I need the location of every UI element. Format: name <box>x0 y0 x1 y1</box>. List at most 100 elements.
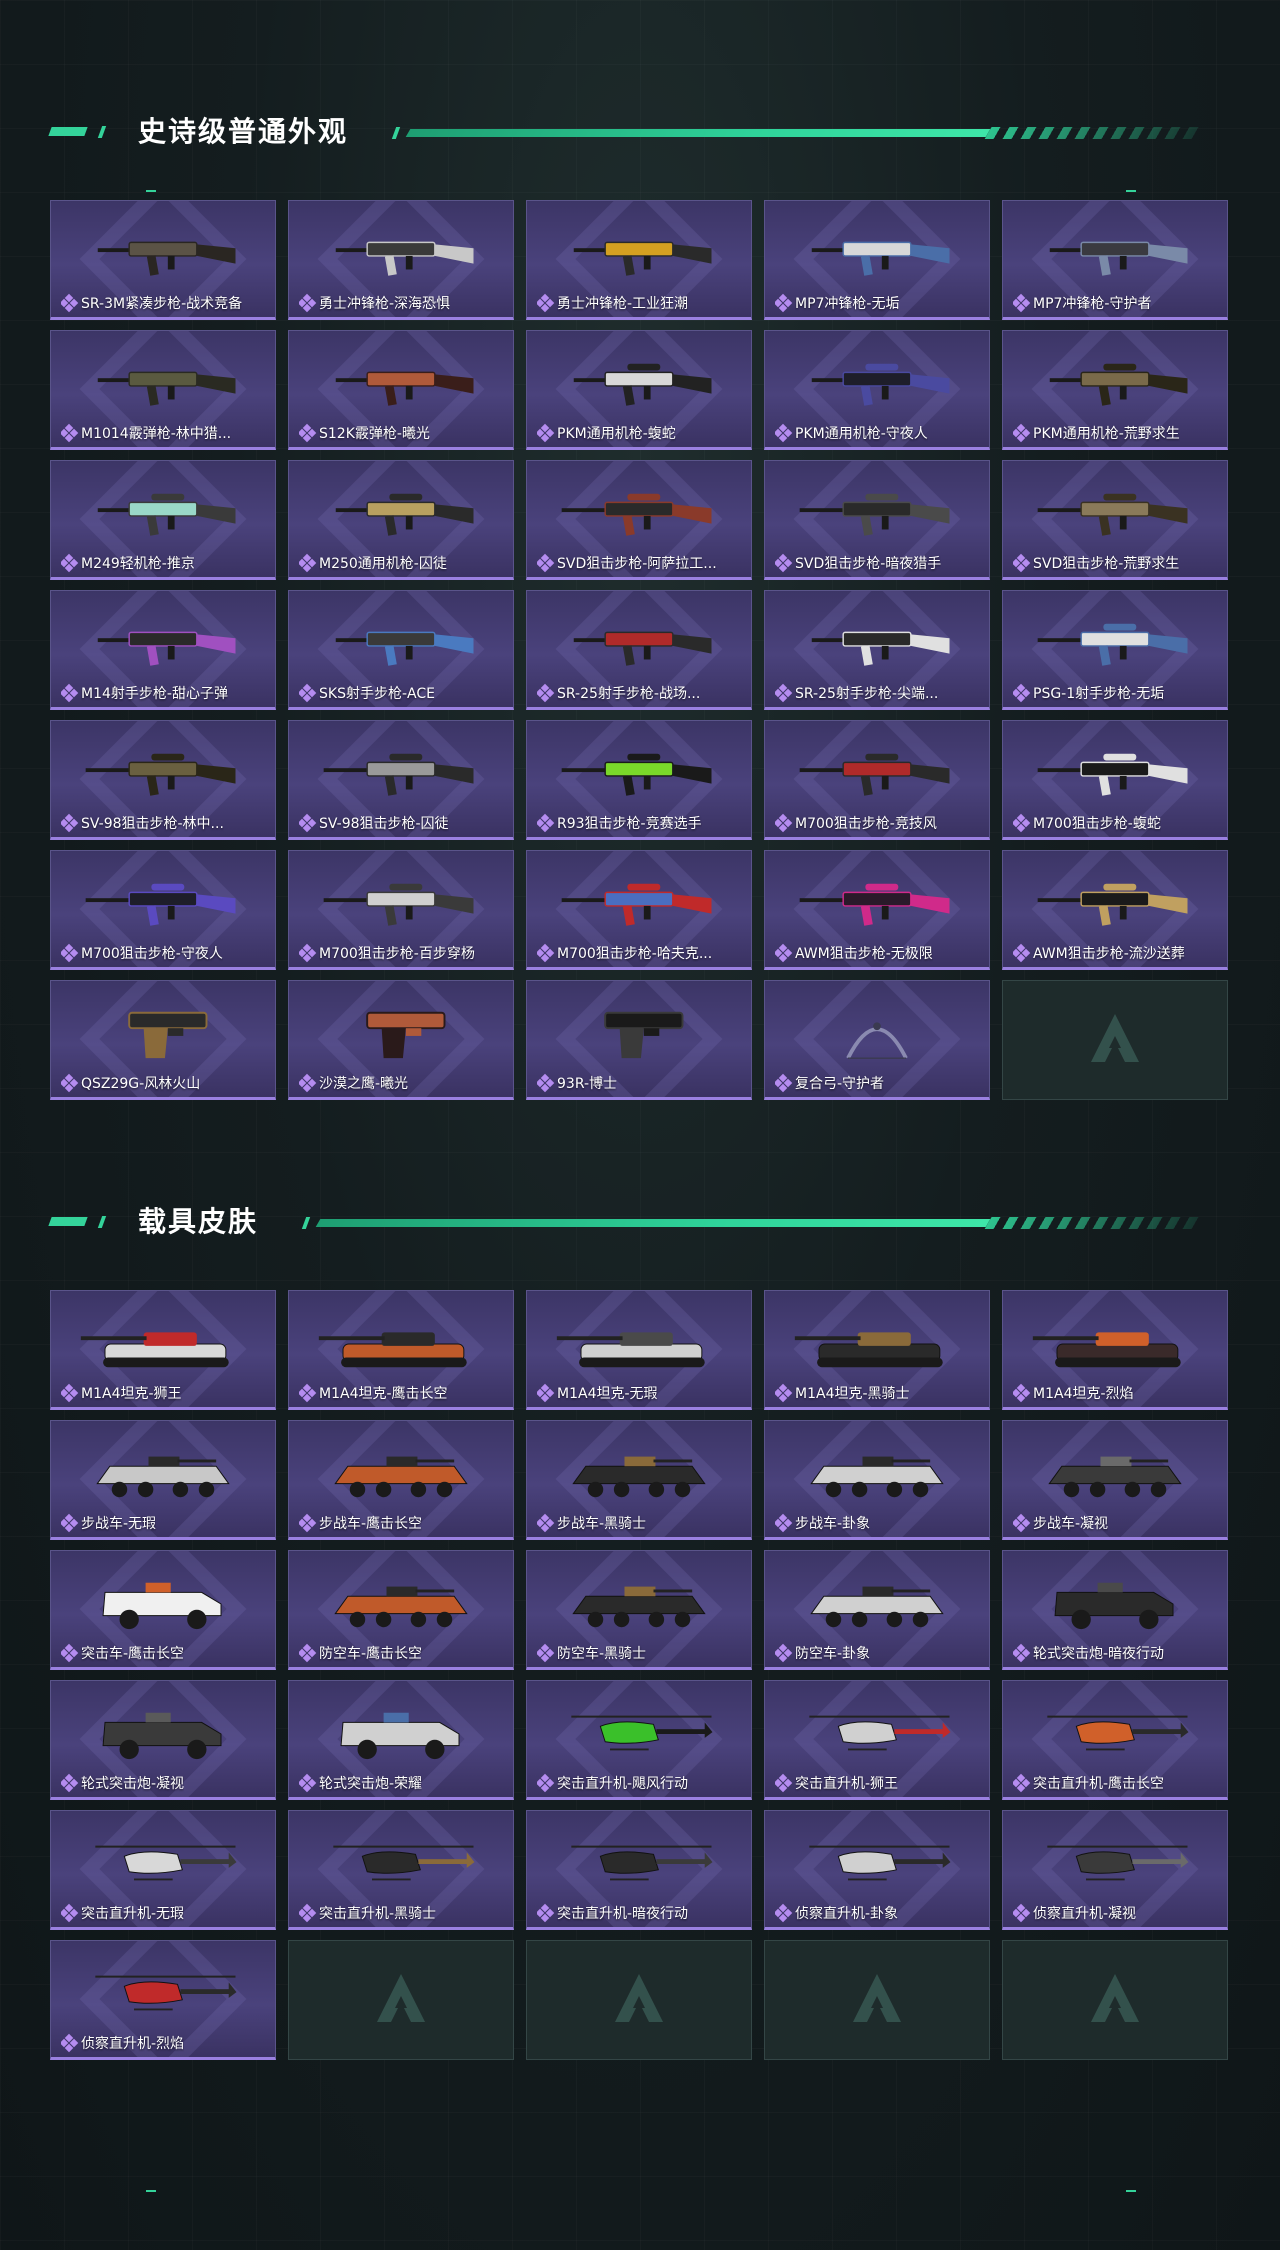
skin-card[interactable]: 轮式突击炮-暗夜行动 <box>1002 1550 1228 1670</box>
skin-card[interactable]: M700狙击步枪-守夜人 <box>50 850 276 970</box>
skin-name: M14射手步枪-甜心子弹 <box>81 686 228 702</box>
skin-card[interactable]: SV-98狙击步枪-囚徒 <box>288 720 514 840</box>
skin-name: M1A4坦克-黑骑士 <box>795 1386 910 1402</box>
skin-name: M1A4坦克-鹰击长空 <box>319 1386 448 1402</box>
skin-card[interactable]: PKM通用机枪-守夜人 <box>764 330 990 450</box>
heli-image <box>789 1835 965 1893</box>
skin-card[interactable]: 步战车-无瑕 <box>50 1420 276 1540</box>
skin-card[interactable]: S12K霰弹枪-曦光 <box>288 330 514 450</box>
skin-card[interactable]: QSZ29G-风林火山 <box>50 980 276 1100</box>
skin-card[interactable]: 突击直升机-暗夜行动 <box>526 1810 752 1930</box>
skin-label: 突击直升机-狮王 <box>775 1773 985 1793</box>
skin-label: 侦察直升机-卦象 <box>775 1903 985 1923</box>
skin-card[interactable]: M700狙击步枪-蝮蛇 <box>1002 720 1228 840</box>
tank-image <box>313 1315 489 1373</box>
skin-card[interactable]: 侦察直升机-烈焰 <box>50 1940 276 2060</box>
section-header: 载具皮肤 <box>48 1190 1202 1250</box>
skin-card[interactable]: SVD狙击步枪-阿萨拉工... <box>526 460 752 580</box>
skin-label: M1014霰弹枪-林中猎... <box>61 423 271 443</box>
rarity-diamond-icon <box>1013 943 1031 963</box>
ifv-image <box>551 1445 727 1503</box>
skin-card[interactable]: M249轻机枪-推京 <box>50 460 276 580</box>
skin-card[interactable]: AWM狙击步枪-无极限 <box>764 850 990 970</box>
game-logo-icon <box>847 1968 907 2032</box>
empty-slot <box>288 1940 514 2060</box>
ifv-image <box>313 1445 489 1503</box>
skin-card[interactable]: PKM通用机枪-蝮蛇 <box>526 330 752 450</box>
skin-card[interactable]: 突击直升机-无瑕 <box>50 1810 276 1930</box>
skin-card[interactable]: 复合弓-守护者 <box>764 980 990 1100</box>
skin-card[interactable]: SR-25射手步枪-尖端... <box>764 590 990 710</box>
skin-card[interactable]: SVD狙击步枪-暗夜猎手 <box>764 460 990 580</box>
sniper-image <box>75 875 251 933</box>
truck-image <box>313 1705 489 1763</box>
skin-card[interactable]: PKM通用机枪-荒野求生 <box>1002 330 1228 450</box>
skin-card[interactable]: M700狙击步枪-竞技风 <box>764 720 990 840</box>
rarity-diamond-icon <box>537 293 555 313</box>
skin-card[interactable]: 勇士冲锋枪-深海恐惧 <box>288 200 514 320</box>
skin-card[interactable]: M1A4坦克-狮王 <box>50 1290 276 1410</box>
skin-card[interactable]: 突击直升机-黑骑士 <box>288 1810 514 1930</box>
skin-name: MP7冲锋枪-无垢 <box>795 296 900 312</box>
skin-card[interactable]: M1A4坦克-黑骑士 <box>764 1290 990 1410</box>
skin-card[interactable]: 防空车-黑骑士 <box>526 1550 752 1670</box>
rarity-diamond-icon <box>1013 1903 1031 1923</box>
skin-name: M1A4坦克-狮王 <box>81 1386 182 1402</box>
skin-card[interactable]: 步战车-卦象 <box>764 1420 990 1540</box>
header-decor-line <box>301 1217 1202 1229</box>
skin-card[interactable]: 突击车-鹰击长空 <box>50 1550 276 1670</box>
skin-card[interactable]: PSG-1射手步枪-无垢 <box>1002 590 1228 710</box>
skin-card[interactable]: M250通用机枪-囚徒 <box>288 460 514 580</box>
skin-label: R93狙击步枪-竞赛选手 <box>537 813 747 833</box>
skin-card[interactable]: MP7冲锋枪-守护者 <box>1002 200 1228 320</box>
skin-card[interactable]: AWM狙击步枪-流沙送葬 <box>1002 850 1228 970</box>
skin-label: SR-25射手步枪-战场... <box>537 683 747 703</box>
skin-card[interactable]: SR-3M紧凑步枪-战术竞备 <box>50 200 276 320</box>
skin-card[interactable]: SV-98狙击步枪-林中... <box>50 720 276 840</box>
skin-card[interactable]: 93R-博士 <box>526 980 752 1100</box>
rarity-diamond-icon <box>775 1773 793 1793</box>
skin-name: 轮式突击炮-荣耀 <box>319 1776 423 1792</box>
skin-card[interactable]: 侦察直升机-卦象 <box>764 1810 990 1930</box>
skin-card[interactable]: 侦察直升机-凝视 <box>1002 1810 1228 1930</box>
skin-card[interactable]: M700狙击步枪-百步穿杨 <box>288 850 514 970</box>
rarity-diamond-icon <box>775 1073 793 1093</box>
skin-card[interactable]: 防空车-鹰击长空 <box>288 1550 514 1670</box>
skin-name: 侦察直升机-凝视 <box>1033 1906 1137 1922</box>
ifv-image <box>313 1575 489 1633</box>
rarity-diamond-icon <box>1013 1513 1031 1533</box>
skin-card[interactable]: M1A4坦克-烈焰 <box>1002 1290 1228 1410</box>
skin-card[interactable]: 突击直升机-鹰击长空 <box>1002 1680 1228 1800</box>
skin-card[interactable]: M1014霰弹枪-林中猎... <box>50 330 276 450</box>
skin-name: 突击车-鹰击长空 <box>81 1646 185 1662</box>
skin-card[interactable]: 突击直升机-飓风行动 <box>526 1680 752 1800</box>
skin-card[interactable]: R93狙击步枪-竞赛选手 <box>526 720 752 840</box>
skin-card[interactable]: M14射手步枪-甜心子弹 <box>50 590 276 710</box>
skin-card[interactable]: 防空车-卦象 <box>764 1550 990 1670</box>
skin-card[interactable]: 步战车-凝视 <box>1002 1420 1228 1540</box>
skin-card[interactable]: M1A4坦克-鹰击长空 <box>288 1290 514 1410</box>
section-title: 载具皮肤 <box>138 1205 259 1238</box>
rarity-diamond-icon <box>775 813 793 833</box>
ifv-image <box>789 1575 965 1633</box>
skin-card[interactable]: 轮式突击炮-荣耀 <box>288 1680 514 1800</box>
skin-card[interactable]: 步战车-鹰击长空 <box>288 1420 514 1540</box>
skin-card[interactable]: 突击直升机-狮王 <box>764 1680 990 1800</box>
skin-card[interactable]: SKS射手步枪-ACE <box>288 590 514 710</box>
skin-card[interactable]: 轮式突击炮-凝视 <box>50 1680 276 1800</box>
skin-card[interactable]: 步战车-黑骑士 <box>526 1420 752 1540</box>
skin-card[interactable]: MP7冲锋枪-无垢 <box>764 200 990 320</box>
skin-card[interactable]: 勇士冲锋枪-工业狂潮 <box>526 200 752 320</box>
skin-label: 突击直升机-无瑕 <box>61 1903 271 1923</box>
rarity-diamond-icon <box>537 1773 555 1793</box>
sniper-image <box>313 745 489 803</box>
skin-card[interactable]: SVD狙击步枪-荒野求生 <box>1002 460 1228 580</box>
rarity-diamond-icon <box>299 943 317 963</box>
decor-mark <box>146 190 156 192</box>
skin-card[interactable]: SR-25射手步枪-战场... <box>526 590 752 710</box>
skin-card[interactable]: M1A4坦克-无瑕 <box>526 1290 752 1410</box>
skin-card[interactable]: M700狙击步枪-哈夫克... <box>526 850 752 970</box>
sniper-image <box>313 875 489 933</box>
skin-card[interactable]: 沙漠之鹰-曦光 <box>288 980 514 1100</box>
skin-name: 突击直升机-鹰击长空 <box>1033 1776 1165 1792</box>
